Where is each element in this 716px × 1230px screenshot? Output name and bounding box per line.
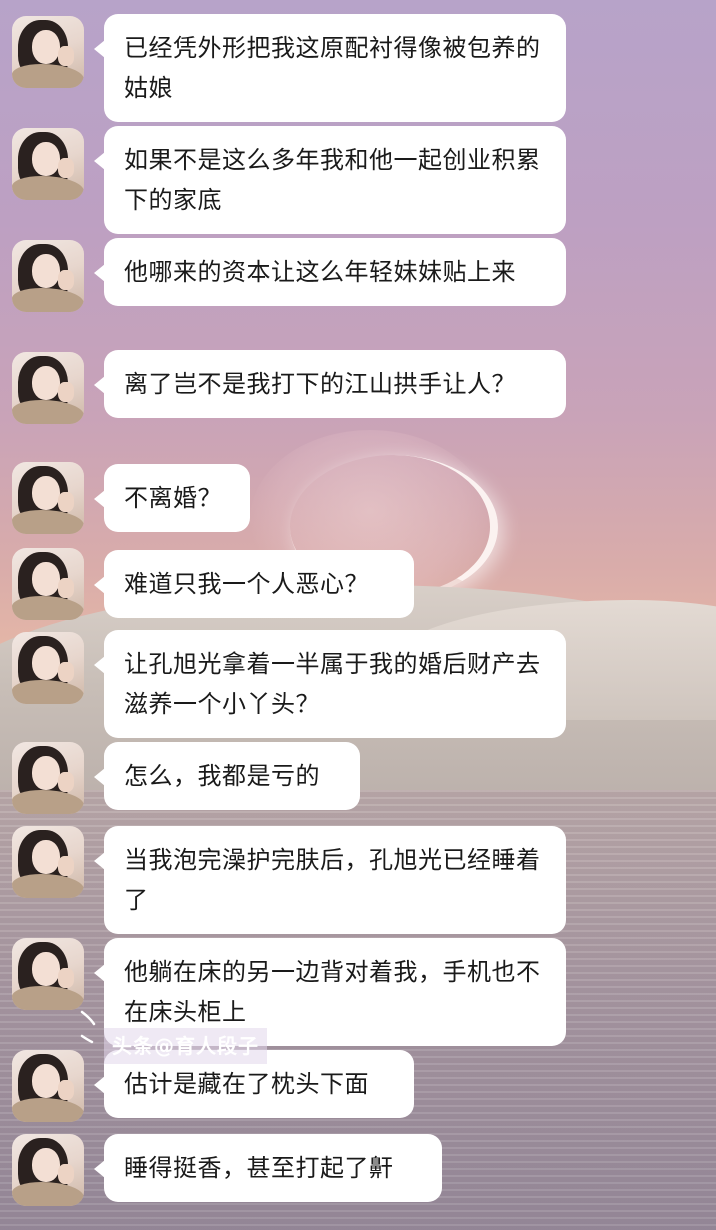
message-bubble[interactable]: 当我泡完澡护完肤后，孔旭光已经睡着了 [94,826,566,934]
avatar[interactable] [12,128,84,200]
watermark-label: 头条@育人段子 [104,1028,267,1064]
avatar[interactable] [12,938,84,1010]
avatar[interactable] [12,1134,84,1206]
message-bubble[interactable]: 让孔旭光拿着一半属于我的婚后财产去滋养一个小丫头？ [94,630,566,738]
message-bubble[interactable]: 离了岂不是我打下的江山拱手让人？ [94,350,566,418]
chat-message-list[interactable]: 已经凭外形把我这原配衬得像被包养的姑娘 如果不是这么多年我和他一起创业积累下的家… [0,0,716,1230]
avatar[interactable] [12,240,84,312]
message-bubble[interactable]: 不离婚？ [94,464,250,532]
avatar[interactable] [12,352,84,424]
avatar[interactable] [12,16,84,88]
message-bubble[interactable]: 睡得挺香，甚至打起了鼾 [94,1134,442,1202]
avatar[interactable] [12,742,84,814]
avatar[interactable] [12,548,84,620]
avatar[interactable] [12,462,84,534]
avatar[interactable] [12,632,84,704]
avatar[interactable] [12,1050,84,1122]
message-bubble[interactable]: 他哪来的资本让这么年轻妹妹贴上来 [94,238,566,306]
message-bubble[interactable]: 如果不是这么多年我和他一起创业积累下的家底 [94,126,566,234]
message-bubble[interactable]: 怎么，我都是亏的 [94,742,360,810]
avatar[interactable] [12,826,84,898]
message-bubble[interactable]: 已经凭外形把我这原配衬得像被包养的姑娘 [94,14,566,122]
watermark-swoosh-icon [80,1010,96,1044]
message-bubble[interactable]: 难道只我一个人恶心？ [94,550,414,618]
